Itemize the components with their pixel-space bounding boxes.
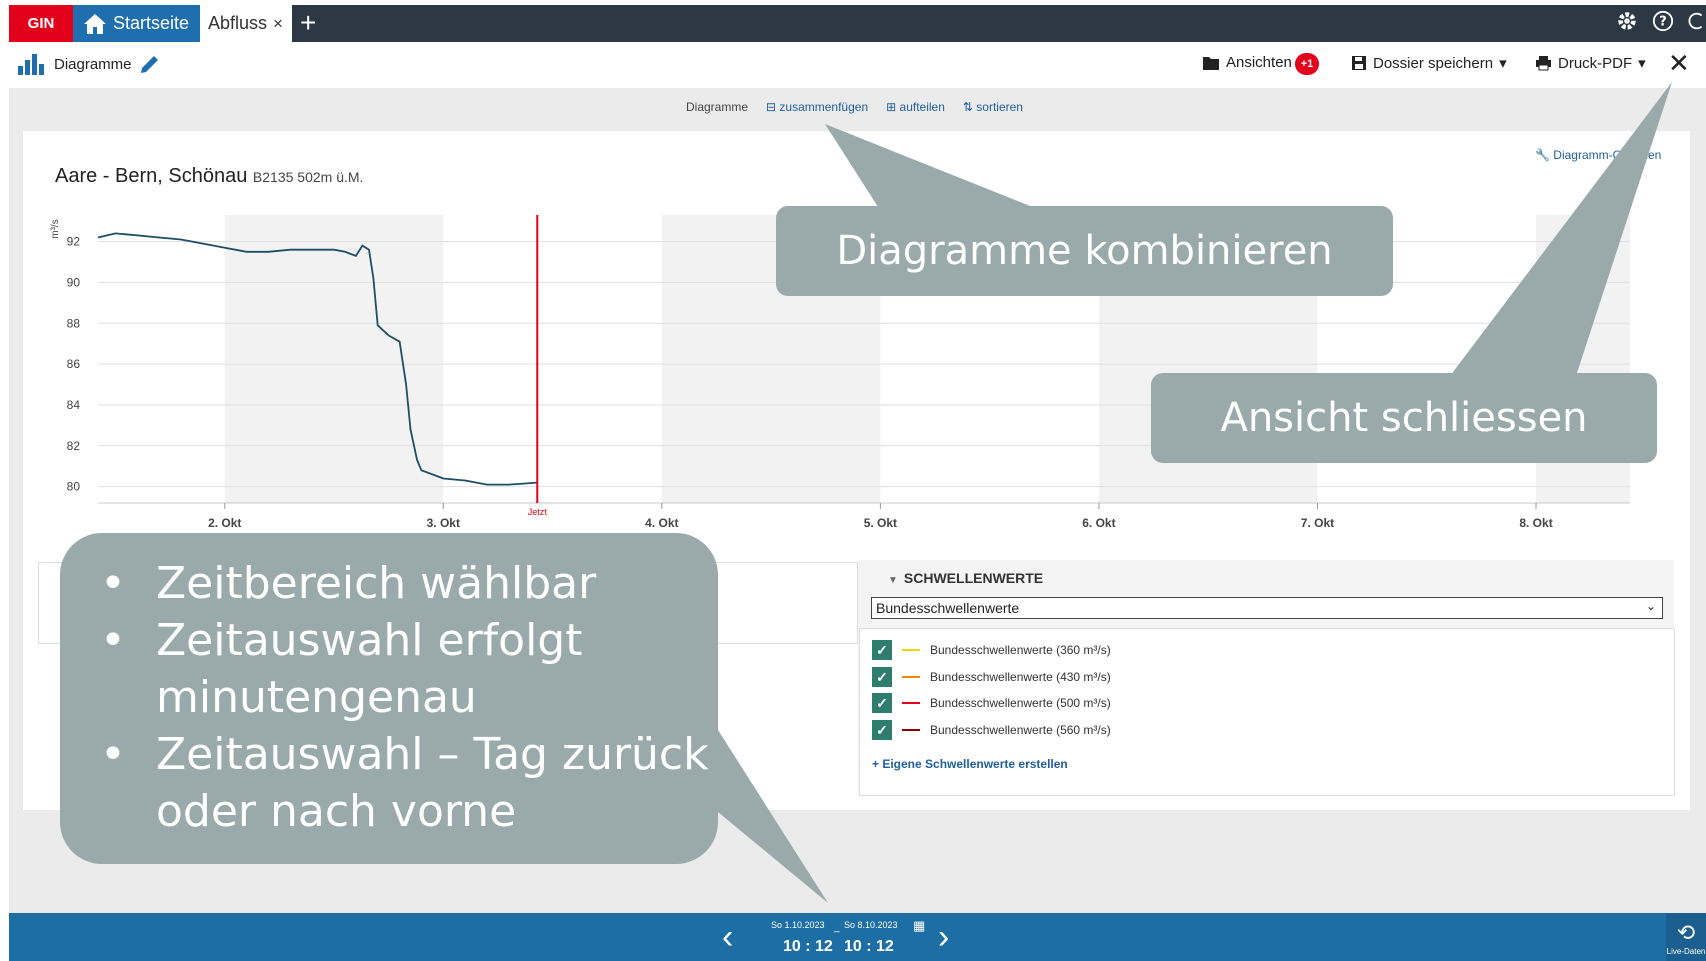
callout-bullet: Zeitbereich wählbar: [100, 555, 718, 612]
callout-pointer-close: [1450, 82, 1672, 376]
callout-pointer-time: [718, 730, 828, 903]
callout-combine-diagrams: Diagramme kombinieren: [776, 206, 1393, 296]
callout-pointer-combine: [825, 124, 1040, 210]
callout-time-selection: Zeitbereich wählbar Zeitauswahl erfolgt …: [60, 533, 718, 864]
callout-close-view: Ansicht schliessen: [1151, 373, 1657, 463]
callout-bullet: Zeitauswahl – Tag zurück oder nach vorne: [100, 726, 718, 840]
callout-bullet: Zeitauswahl erfolgt minutengenau: [100, 612, 718, 726]
